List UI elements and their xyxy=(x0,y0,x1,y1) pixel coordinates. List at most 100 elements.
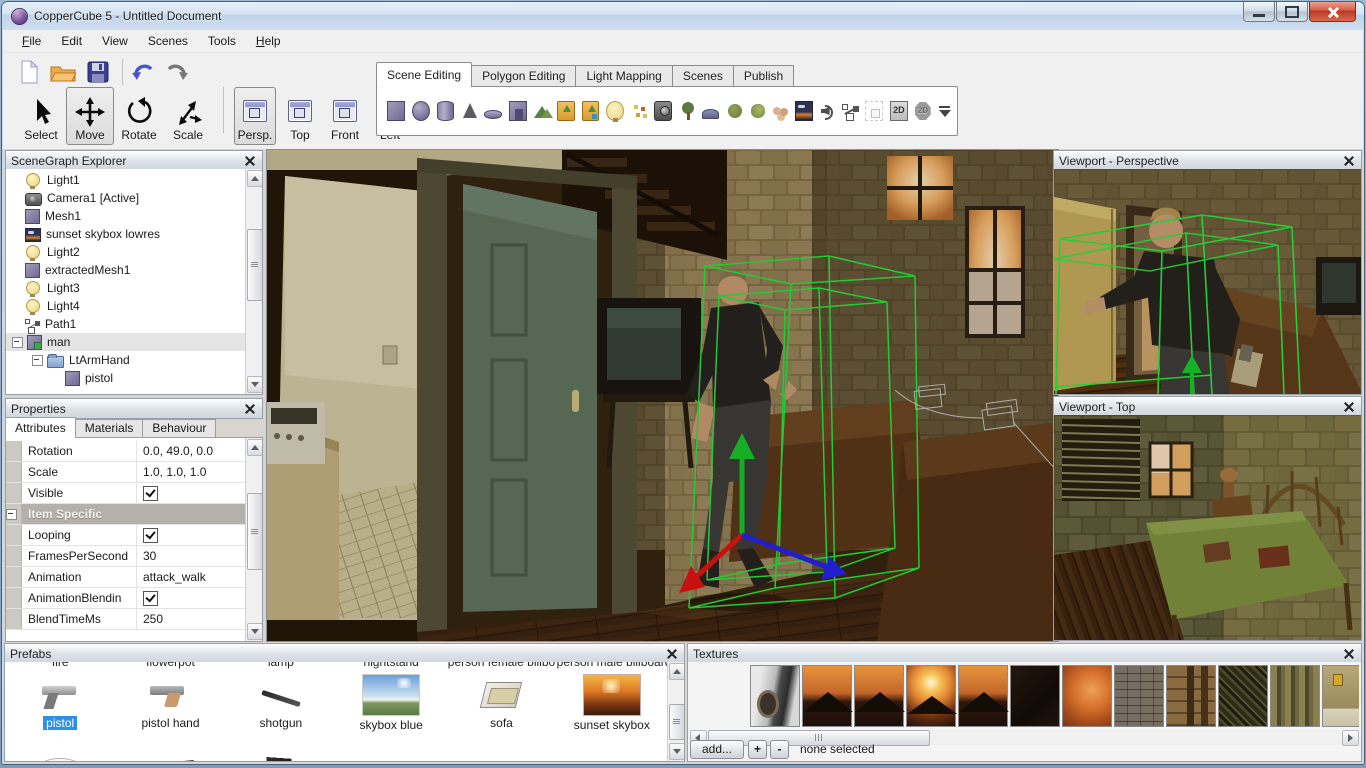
rotate-tool-button[interactable]: Rotate xyxy=(115,87,163,145)
overlay-2d-icon[interactable] xyxy=(890,101,908,121)
scroll-down-icon[interactable] xyxy=(247,623,263,640)
sunset-mountains-3-thumbnail[interactable] xyxy=(958,665,1008,727)
cube-icon[interactable] xyxy=(387,101,405,121)
scenegraph-scrollbar[interactable] xyxy=(245,169,262,394)
tab-light-mapping[interactable]: Light Mapping xyxy=(576,65,672,87)
collapse-icon[interactable] xyxy=(12,337,23,348)
properties-tab-attributes[interactable]: Attributes xyxy=(5,417,76,438)
prefab-item-sofa[interactable]: sofa xyxy=(446,674,556,740)
monitor-thumbnail[interactable] xyxy=(253,754,309,762)
tab-polygon-editing[interactable]: Polygon Editing xyxy=(472,65,576,87)
checkbox-checked-icon[interactable] xyxy=(143,528,158,543)
water-icon[interactable] xyxy=(702,109,720,119)
import-animated-mesh-icon[interactable] xyxy=(582,101,600,121)
tab-scenes[interactable]: Scenes xyxy=(673,65,734,87)
overlay-3d-icon[interactable] xyxy=(915,102,931,120)
skybox-icon[interactable] xyxy=(795,101,813,121)
particle-system-icon[interactable] xyxy=(631,102,647,120)
room-icon[interactable] xyxy=(509,101,527,121)
scroll-up-icon[interactable] xyxy=(669,663,685,680)
tree-item-man[interactable]: man xyxy=(6,333,245,351)
prefab-item-pistol-hand[interactable]: pistol hand xyxy=(115,674,225,740)
zoom-out-button[interactable]: - xyxy=(770,740,789,759)
property-value[interactable]: 250 xyxy=(137,609,245,629)
scroll-down-icon[interactable] xyxy=(669,743,685,760)
view-perspective-button[interactable]: Persp. xyxy=(234,87,276,145)
plant-icon[interactable] xyxy=(726,102,742,120)
old-door-thumbnail[interactable] xyxy=(1322,665,1359,727)
menu-scenes[interactable]: Scenes xyxy=(139,32,197,50)
move-tool-button[interactable]: Move xyxy=(66,87,114,145)
scale-tool-button[interactable]: Scale xyxy=(164,87,212,145)
zoom-in-button[interactable]: + xyxy=(748,740,767,759)
scenegraph-close-icon[interactable] xyxy=(244,155,255,166)
tree-item-sunset-skybox-lowres[interactable]: sunset skybox lowres xyxy=(6,225,245,243)
prefab-item-shotgun[interactable]: shotgun xyxy=(226,674,336,740)
tab-scene-editing[interactable]: Scene Editing xyxy=(376,62,472,87)
orange-clouds-thumbnail[interactable] xyxy=(1062,665,1112,727)
viewport-perspective-view[interactable] xyxy=(1053,169,1362,395)
menu-edit[interactable]: Edit xyxy=(52,32,91,50)
plane-icon[interactable] xyxy=(484,110,502,119)
menu-view[interactable]: View xyxy=(93,32,137,50)
menu-file[interactable]: File xyxy=(13,32,50,50)
wood-planks-thumbnail[interactable] xyxy=(1166,665,1216,727)
tree-item-light2[interactable]: Light2 xyxy=(6,243,245,261)
sunset-sun-thumbnail[interactable] xyxy=(906,665,956,727)
import-mesh-icon[interactable] xyxy=(557,101,575,121)
close-button[interactable] xyxy=(1309,2,1356,22)
viewport-perspective-close-icon[interactable] xyxy=(1343,155,1354,166)
menu-tools[interactable]: Tools xyxy=(199,32,245,50)
camo-dark-thumbnail[interactable] xyxy=(1218,665,1268,727)
camera-icon[interactable] xyxy=(654,101,672,121)
property-value[interactable]: 0.0, 49.0, 0.0 xyxy=(137,441,245,461)
light-icon[interactable] xyxy=(606,101,624,121)
property-value[interactable]: 1.0, 1.0, 1.0 xyxy=(137,462,245,482)
add-texture-button[interactable]: add... xyxy=(690,740,744,759)
prefabs-close-icon[interactable] xyxy=(666,648,677,659)
scroll-thumb[interactable] xyxy=(247,493,263,570)
tree-item-light3[interactable]: Light3 xyxy=(6,279,245,297)
undo-button[interactable] xyxy=(131,60,155,84)
tree-item-camera1-active[interactable]: Camera1 [Active] xyxy=(6,189,245,207)
sunset-mountains-1-thumbnail[interactable] xyxy=(802,665,852,727)
cone-icon[interactable] xyxy=(461,102,477,120)
tree-icon[interactable] xyxy=(679,102,695,120)
properties-scrollbar[interactable] xyxy=(245,438,262,641)
bush-icon[interactable] xyxy=(749,102,765,120)
dark-rock-thumbnail[interactable] xyxy=(1010,665,1060,727)
tree-item-light4[interactable]: Light4 xyxy=(6,297,245,315)
open-document-button[interactable] xyxy=(50,60,76,84)
more-tools-icon[interactable] xyxy=(938,102,950,120)
tab-publish[interactable]: Publish xyxy=(734,65,794,87)
viewport-top-view[interactable] xyxy=(1053,415,1362,641)
new-document-button[interactable] xyxy=(19,60,40,84)
stone-bricks-thumbnail[interactable] xyxy=(1114,665,1164,727)
cylinder-icon[interactable] xyxy=(437,101,455,121)
sound-icon[interactable] xyxy=(820,102,836,120)
tree-item-ltarmhand[interactable]: LtArmHand xyxy=(6,351,245,369)
properties-tab-behaviour[interactable]: Behaviour xyxy=(143,419,216,438)
prefab-item-sunset-skybox[interactable]: sunset skybox xyxy=(557,674,667,740)
property-value[interactable]: 30 xyxy=(137,546,245,566)
mossy-wall-thumbnail[interactable] xyxy=(1270,665,1320,727)
redo-button[interactable] xyxy=(165,60,189,84)
rocks-icon[interactable] xyxy=(772,102,788,120)
scroll-down-icon[interactable] xyxy=(247,376,263,393)
tree-item-pistol[interactable]: pistol xyxy=(6,369,245,387)
view-top-button[interactable]: Top xyxy=(279,87,321,145)
collapse-icon[interactable] xyxy=(32,355,43,366)
tree-item-path1[interactable]: Path1 xyxy=(6,315,245,333)
view-front-button[interactable]: Front xyxy=(324,87,366,145)
main-3d-viewport[interactable] xyxy=(266,149,1059,642)
scroll-up-icon[interactable] xyxy=(247,170,263,187)
pistol-texture-thumbnail[interactable] xyxy=(750,665,800,727)
menu-help[interactable]: Help xyxy=(247,32,290,50)
sunset-mountains-2-thumbnail[interactable] xyxy=(854,665,904,727)
properties-tab-materials[interactable]: Materials xyxy=(76,419,144,438)
prefab-item-pistol[interactable]: pistol xyxy=(5,674,115,740)
terrain-icon[interactable] xyxy=(534,102,550,120)
scroll-thumb[interactable] xyxy=(247,229,263,301)
properties-close-icon[interactable] xyxy=(244,403,255,414)
tree-item-mesh1[interactable]: Mesh1 xyxy=(6,207,245,225)
